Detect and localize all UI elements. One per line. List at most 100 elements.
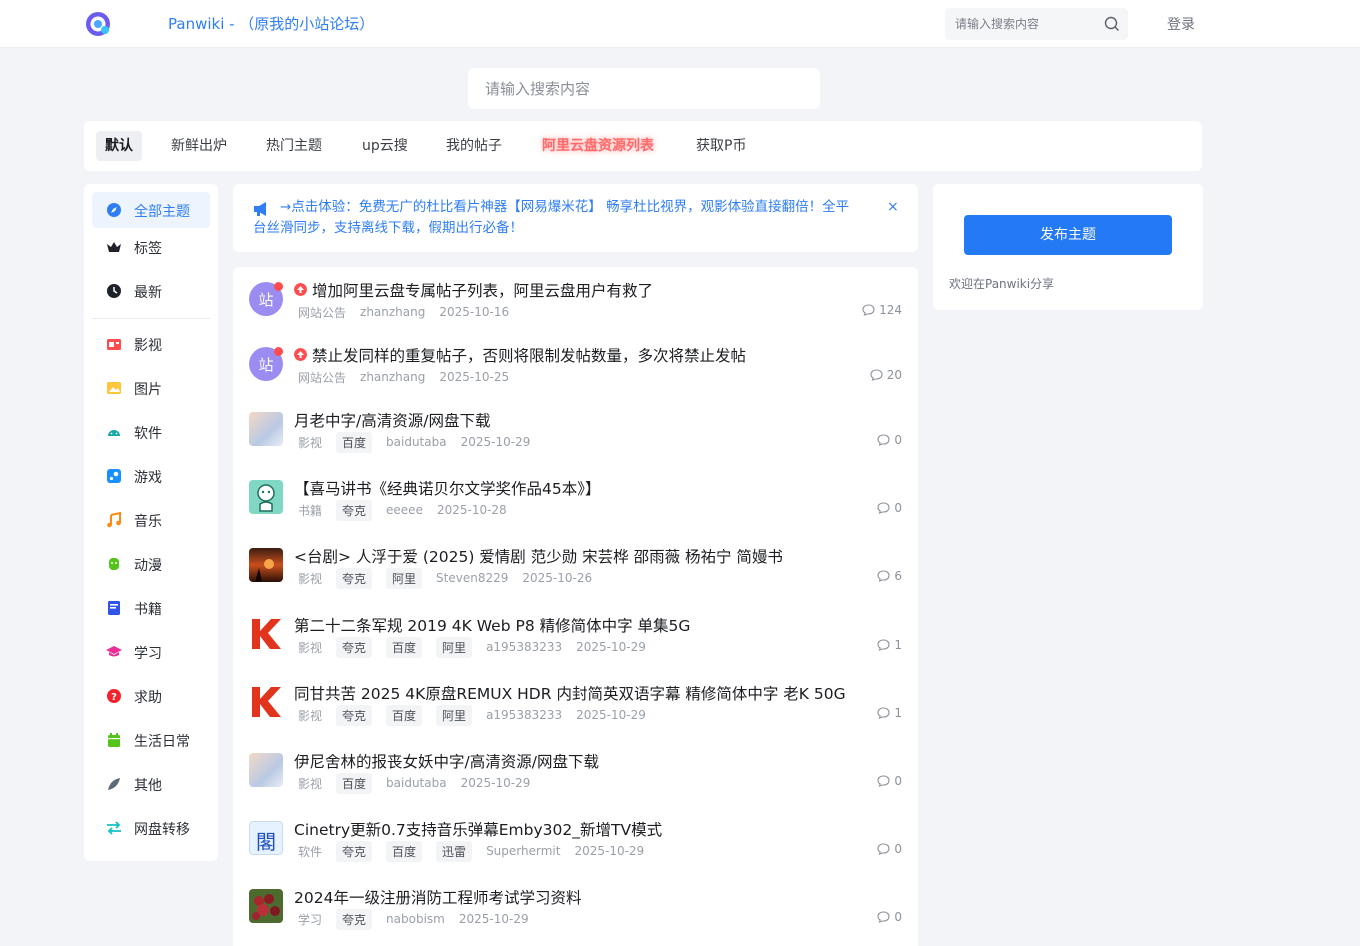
announcement-text[interactable]: →点击体验：免费无广的杜比看片神器【网易爆米花】 畅享杜比视界，观影体验直接翻倍… bbox=[253, 197, 853, 239]
sidebar-item-label: 生活日常 bbox=[134, 734, 190, 750]
main-search-input[interactable] bbox=[485, 79, 805, 99]
post-title[interactable]: Cinetry更新0.7支持音乐弹幕Emby302_新增TV模式 bbox=[294, 818, 662, 840]
post-category[interactable]: 书籍 bbox=[298, 502, 322, 519]
post-tag[interactable]: 夸克 bbox=[336, 840, 373, 862]
post-tag[interactable]: 阿里 bbox=[436, 704, 473, 726]
post-category[interactable]: 影视 bbox=[298, 639, 322, 656]
avatar[interactable] bbox=[249, 685, 283, 719]
post-tag[interactable]: 百度 bbox=[336, 431, 373, 453]
post-title[interactable]: 2024年一级注册消防工程师考试学习资料 bbox=[294, 886, 581, 908]
sidebar-item-transfer[interactable]: 网盘转移 bbox=[92, 810, 210, 846]
announcement-banner[interactable]: →点击体验：免费无广的杜比看片神器【网易爆米花】 畅享杜比视界，观影体验直接翻倍… bbox=[233, 184, 918, 252]
post-tag[interactable]: 夸克 bbox=[336, 908, 373, 930]
post-tag[interactable]: 百度 bbox=[386, 704, 423, 726]
tab-get-pcoin[interactable]: 获取P币 bbox=[687, 131, 755, 161]
post-tag[interactable]: 百度 bbox=[386, 840, 423, 862]
post-category[interactable]: 软件 bbox=[298, 843, 322, 860]
sidebar-item-daily-life[interactable]: 生活日常 bbox=[92, 722, 210, 758]
svg-text:?: ? bbox=[111, 692, 117, 703]
list-item[interactable]: 站 禁止发同样的重复帖子，否则将限制发帖数量，多次将禁止发帖 网站公告 zhan… bbox=[233, 344, 918, 410]
list-item[interactable]: 同甘共苦 2025 4K原盘REMUX HDR 内封简英双语字幕 精修简体中字 … bbox=[233, 682, 918, 748]
tab-up-search[interactable]: up云搜 bbox=[353, 131, 417, 161]
list-item[interactable]: 站 增加阿里云盘专属帖子列表，阿里云盘用户有救了 网站公告 zhanzhang … bbox=[233, 279, 918, 345]
post-tag[interactable]: 迅雷 bbox=[436, 840, 473, 862]
tab-default[interactable]: 默认 bbox=[96, 131, 142, 161]
sidebar-item-help[interactable]: ? 求助 bbox=[92, 678, 210, 714]
post-tag[interactable]: 夸克 bbox=[336, 567, 373, 589]
avatar[interactable] bbox=[249, 889, 283, 923]
sidebar-item-tags[interactable]: 标签 bbox=[92, 229, 210, 265]
avatar[interactable] bbox=[249, 753, 283, 787]
avatar[interactable] bbox=[249, 412, 283, 446]
site-title[interactable]: Panwiki - （原我的小站论坛） bbox=[168, 13, 374, 34]
list-item[interactable]: 伊尼舍林的报丧女妖中字/高清资源/网盘下载 影视 百度 baidutaba 20… bbox=[233, 750, 918, 816]
post-tag[interactable]: 阿里 bbox=[436, 636, 473, 658]
post-tag[interactable]: 阿里 bbox=[386, 567, 423, 589]
list-item[interactable]: 月老中字/高清资源/网盘下载 影视 百度 baidutaba 2025-10-2… bbox=[233, 409, 918, 475]
avatar[interactable]: 閣 bbox=[249, 821, 283, 855]
post-author[interactable]: Superhermit bbox=[486, 844, 560, 858]
post-category[interactable]: 学习 bbox=[298, 911, 322, 928]
sidebar-item-all[interactable]: 全部主题 bbox=[92, 192, 210, 228]
sidebar-item-study[interactable]: 学习 bbox=[92, 634, 210, 670]
post-title[interactable]: 第二十二条军规 2019 4K Web P8 精修简体中字 单集5G bbox=[294, 614, 690, 636]
post-author[interactable]: eeeee bbox=[386, 503, 423, 517]
post-category[interactable]: 影视 bbox=[298, 434, 322, 451]
post-author[interactable]: zhanzhang bbox=[360, 305, 425, 319]
post-tag[interactable]: 百度 bbox=[336, 772, 373, 794]
sidebar-item-video[interactable]: 影视 bbox=[92, 326, 210, 362]
post-title[interactable]: 同甘共苦 2025 4K原盘REMUX HDR 内封简英双语字幕 精修简体中字 … bbox=[294, 682, 846, 704]
post-title[interactable]: 伊尼舍林的报丧女妖中字/高清资源/网盘下载 bbox=[294, 750, 599, 772]
list-item[interactable]: 第二十二条军规 2019 4K Web P8 精修简体中字 单集5G 影视 夸克… bbox=[233, 614, 918, 680]
header-search-input[interactable] bbox=[955, 15, 1095, 33]
list-item[interactable]: 閣 Cinetry更新0.7支持音乐弹幕Emby302_新增TV模式 软件 夸克… bbox=[233, 818, 918, 884]
post-tag[interactable]: 夸克 bbox=[336, 704, 373, 726]
publish-button[interactable]: 发布主题 bbox=[964, 215, 1172, 255]
post-title[interactable]: 增加阿里云盘专属帖子列表，阿里云盘用户有救了 bbox=[312, 279, 653, 301]
sidebar-item-music[interactable]: 音乐 bbox=[92, 502, 210, 538]
post-author[interactable]: a195383233 bbox=[486, 640, 562, 654]
site-logo-icon[interactable] bbox=[85, 11, 111, 37]
sidebar-item-anime[interactable]: 动漫 bbox=[92, 546, 210, 582]
sidebar-item-software[interactable]: 软件 bbox=[92, 414, 210, 450]
sidebar-item-games[interactable]: 游戏 bbox=[92, 458, 210, 494]
avatar[interactable] bbox=[249, 480, 283, 514]
post-title[interactable]: 【喜马讲书《经典诺贝尔文学奖作品45本》】 bbox=[294, 477, 600, 499]
post-category[interactable]: 网站公告 bbox=[298, 369, 346, 386]
post-author[interactable]: Steven8229 bbox=[436, 571, 508, 585]
post-author[interactable]: zhanzhang bbox=[360, 370, 425, 384]
header-search[interactable] bbox=[945, 8, 1128, 40]
avatar[interactable] bbox=[249, 617, 283, 651]
post-author[interactable]: a195383233 bbox=[486, 708, 562, 722]
post-title[interactable]: 禁止发同样的重复帖子，否则将限制发帖数量，多次将禁止发帖 bbox=[312, 344, 746, 366]
post-category[interactable]: 影视 bbox=[298, 707, 322, 724]
list-item[interactable]: 2024年一级注册消防工程师考试学习资料 学习 夸克 nabobism 2025… bbox=[233, 886, 918, 946]
tab-aliyun-list[interactable]: 阿里云盘资源列表 bbox=[533, 131, 663, 161]
tab-hot[interactable]: 热门主题 bbox=[257, 131, 331, 161]
post-tag[interactable]: 夸克 bbox=[336, 636, 373, 658]
sidebar-item-latest[interactable]: 最新 bbox=[92, 273, 210, 309]
list-item[interactable]: <台剧> 人浮于爱 (2025) 爱情剧 范少勋 宋芸桦 邵雨薇 杨祐宁 简嫚书… bbox=[233, 545, 918, 611]
close-icon[interactable]: × bbox=[887, 199, 899, 215]
search-icon[interactable] bbox=[1103, 15, 1121, 33]
post-author[interactable]: baidutaba bbox=[386, 776, 447, 790]
post-category[interactable]: 影视 bbox=[298, 775, 322, 792]
login-link[interactable]: 登录 bbox=[1167, 14, 1195, 34]
tab-my-posts[interactable]: 我的帖子 bbox=[437, 131, 511, 161]
post-category[interactable]: 网站公告 bbox=[298, 304, 346, 321]
post-title[interactable]: 月老中字/高清资源/网盘下载 bbox=[294, 409, 490, 431]
sidebar-item-images[interactable]: 图片 bbox=[92, 370, 210, 406]
avatar[interactable] bbox=[249, 548, 283, 582]
main-search[interactable] bbox=[468, 68, 820, 109]
post-category[interactable]: 影视 bbox=[298, 570, 322, 587]
post-tag[interactable]: 夸克 bbox=[336, 499, 373, 521]
post-author[interactable]: baidutaba bbox=[386, 435, 447, 449]
post-title[interactable]: <台剧> 人浮于爱 (2025) 爱情剧 范少勋 宋芸桦 邵雨薇 杨祐宁 简嫚书 bbox=[294, 545, 783, 567]
post-tag[interactable]: 百度 bbox=[386, 636, 423, 658]
tab-new[interactable]: 新鲜出炉 bbox=[162, 131, 236, 161]
sidebar-item-other[interactable]: 其他 bbox=[92, 766, 210, 802]
sidebar-item-books[interactable]: 书籍 bbox=[92, 590, 210, 626]
list-item[interactable]: 【喜马讲书《经典诺贝尔文学奖作品45本》】 书籍 夸克 eeeee 2025-1… bbox=[233, 477, 918, 543]
comment-icon bbox=[877, 843, 890, 855]
post-author[interactable]: nabobism bbox=[386, 912, 445, 926]
